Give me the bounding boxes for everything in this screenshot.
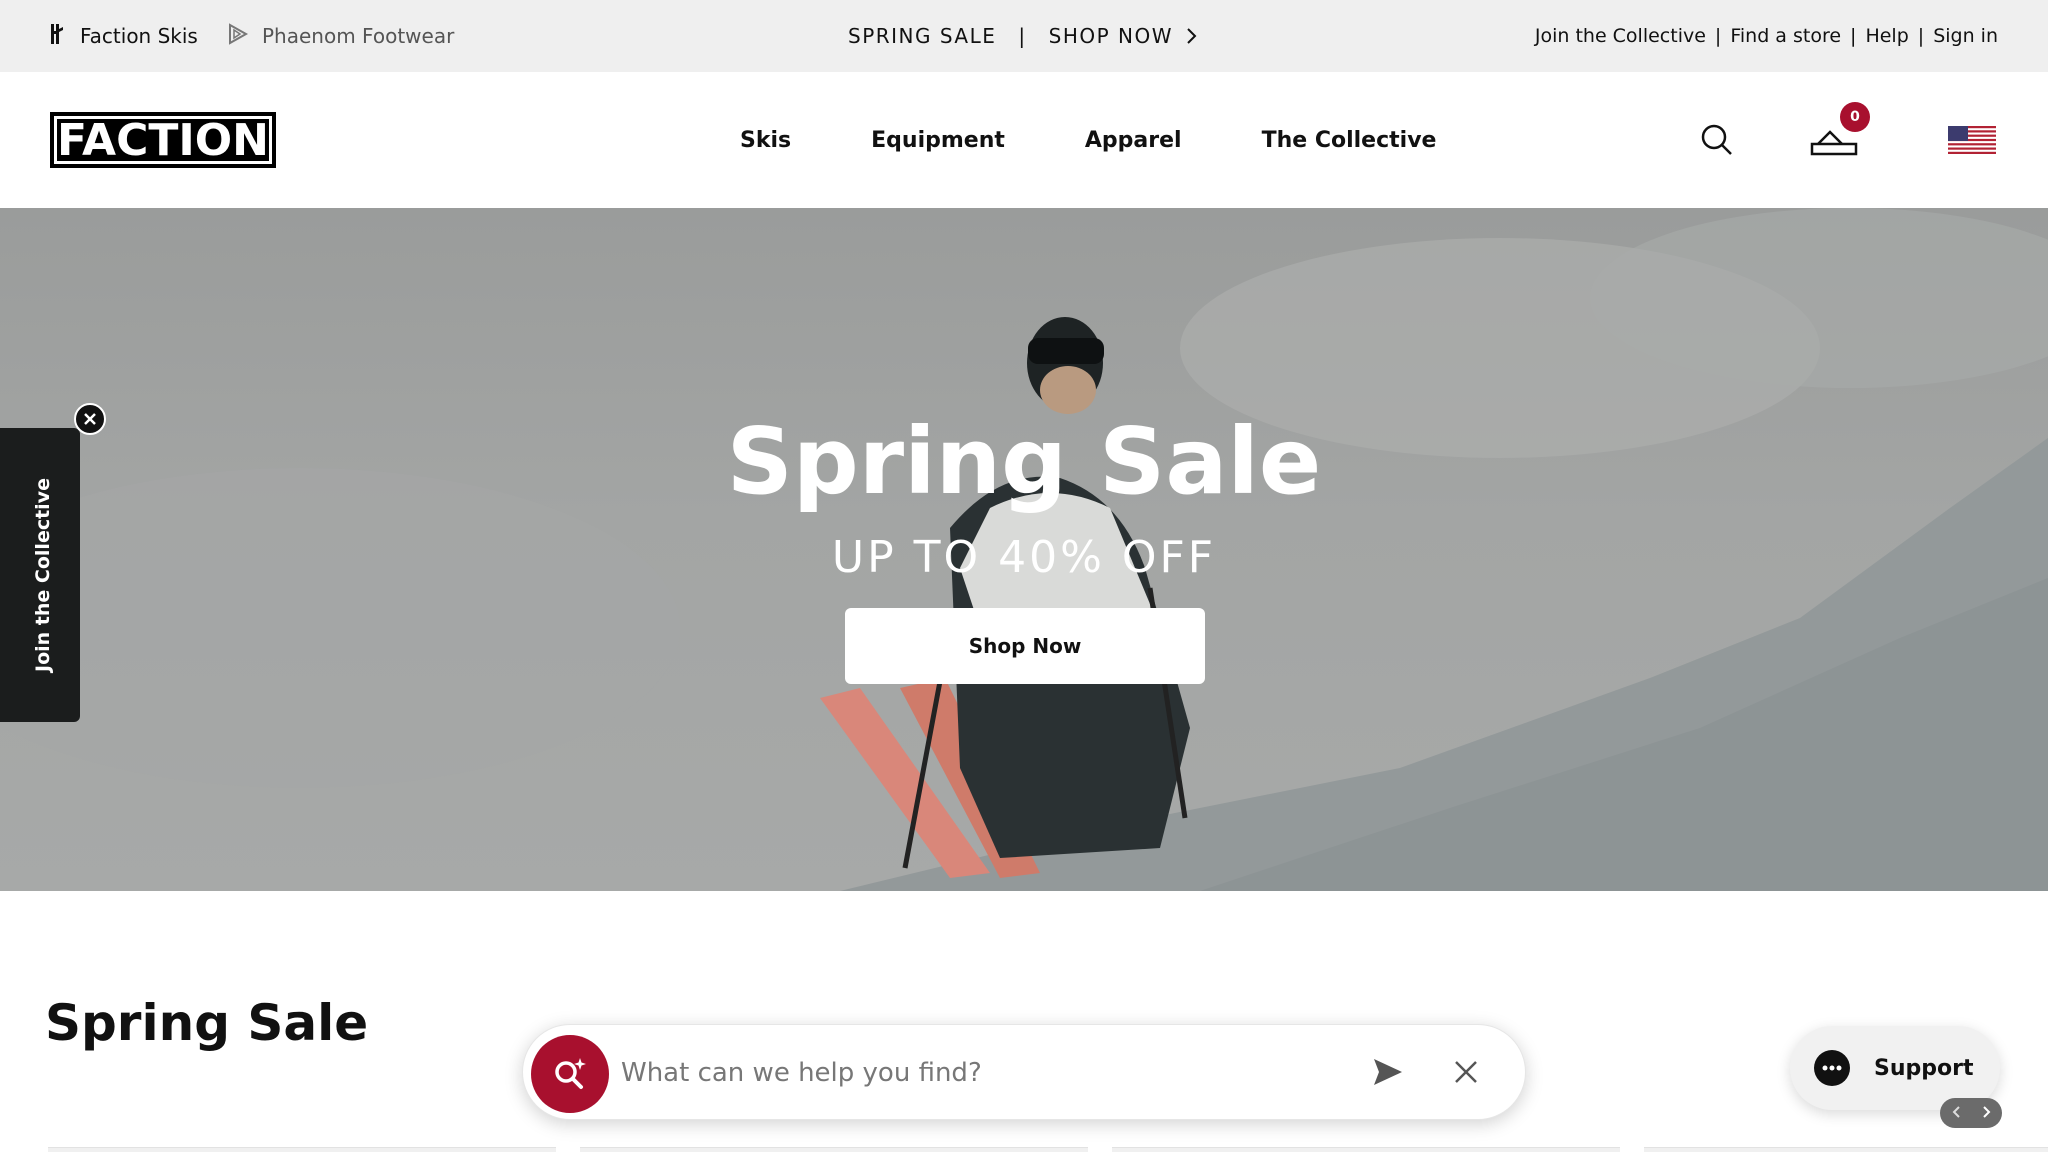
- us-flag-icon[interactable]: [1948, 126, 1996, 154]
- sign-in-link[interactable]: Sign in: [1933, 25, 1998, 47]
- ai-search-icon[interactable]: [531, 1035, 609, 1113]
- logo-text: FACTION: [54, 115, 272, 166]
- phaenom-logo-icon: [226, 22, 250, 51]
- close-icon[interactable]: [74, 403, 106, 435]
- side-tab-label: Join the Collective: [32, 478, 54, 672]
- faction-logo[interactable]: FACTION: [50, 112, 276, 168]
- search-icon[interactable]: [1700, 123, 1734, 161]
- brand-link-faction[interactable]: Faction Skis: [48, 0, 198, 72]
- nav-item-equipment[interactable]: Equipment: [871, 128, 1005, 153]
- faction-logo-icon: [48, 22, 68, 51]
- search-assistant-bar: [522, 1024, 1526, 1120]
- promo-separator: |: [1018, 24, 1027, 48]
- help-link[interactable]: Help: [1865, 25, 1908, 47]
- brand-label: Phaenom Footwear: [262, 24, 455, 48]
- brand-label: Faction Skis: [80, 24, 198, 48]
- section-title: Spring Sale: [45, 994, 369, 1052]
- support-label: Support: [1874, 1055, 1974, 1081]
- nav-item-apparel[interactable]: Apparel: [1085, 128, 1182, 153]
- hero-title: Spring Sale: [726, 408, 1322, 515]
- join-collective-link[interactable]: Join the Collective: [1535, 25, 1706, 47]
- product-card[interactable]: [1112, 1147, 1620, 1152]
- carousel-arrows: [1940, 1098, 2002, 1128]
- find-store-link[interactable]: Find a store: [1730, 25, 1841, 47]
- nav-item-skis[interactable]: Skis: [740, 128, 791, 153]
- link-separator: |: [1850, 25, 1857, 47]
- main-nav: Skis Equipment Apparel The Collective: [740, 72, 1436, 208]
- chevron-right-icon[interactable]: [1982, 1103, 1992, 1124]
- brand-link-phaenom[interactable]: Phaenom Footwear: [226, 0, 454, 72]
- product-card[interactable]: [580, 1147, 1088, 1152]
- chevron-right-icon: [1185, 27, 1197, 45]
- link-separator: |: [1917, 25, 1925, 47]
- chat-bubble-icon: [1814, 1050, 1850, 1086]
- shop-now-button[interactable]: Shop Now: [845, 608, 1205, 684]
- utility-bar: Faction Skis Phaenom Footwear SPRING SAL…: [0, 0, 2048, 72]
- promo-link[interactable]: SHOP NOW: [1049, 24, 1173, 48]
- chevron-left-icon[interactable]: [1951, 1103, 1961, 1124]
- site-header: FACTION Skis Equipment Apparel The Colle…: [0, 72, 2048, 208]
- product-card[interactable]: [1644, 1147, 2048, 1152]
- promo-text: SPRING SALE: [848, 24, 997, 48]
- utility-links: Join the Collective | Find a store | Hel…: [1535, 0, 1998, 72]
- send-icon[interactable]: [1371, 1055, 1405, 1093]
- nav-item-the-collective[interactable]: The Collective: [1262, 128, 1437, 153]
- search-input[interactable]: [621, 1047, 1281, 1099]
- hero-banner[interactable]: Spring Sale UP TO 40% OFF Shop Now: [0, 208, 2048, 891]
- close-icon[interactable]: [1453, 1059, 1479, 1089]
- promo-banner[interactable]: SPRING SALE | SHOP NOW: [848, 0, 1197, 72]
- hero-subtitle: UP TO 40% OFF: [831, 532, 1217, 583]
- cart-count-badge: 0: [1840, 102, 1870, 132]
- product-card[interactable]: [48, 1147, 556, 1152]
- link-separator: |: [1714, 25, 1722, 47]
